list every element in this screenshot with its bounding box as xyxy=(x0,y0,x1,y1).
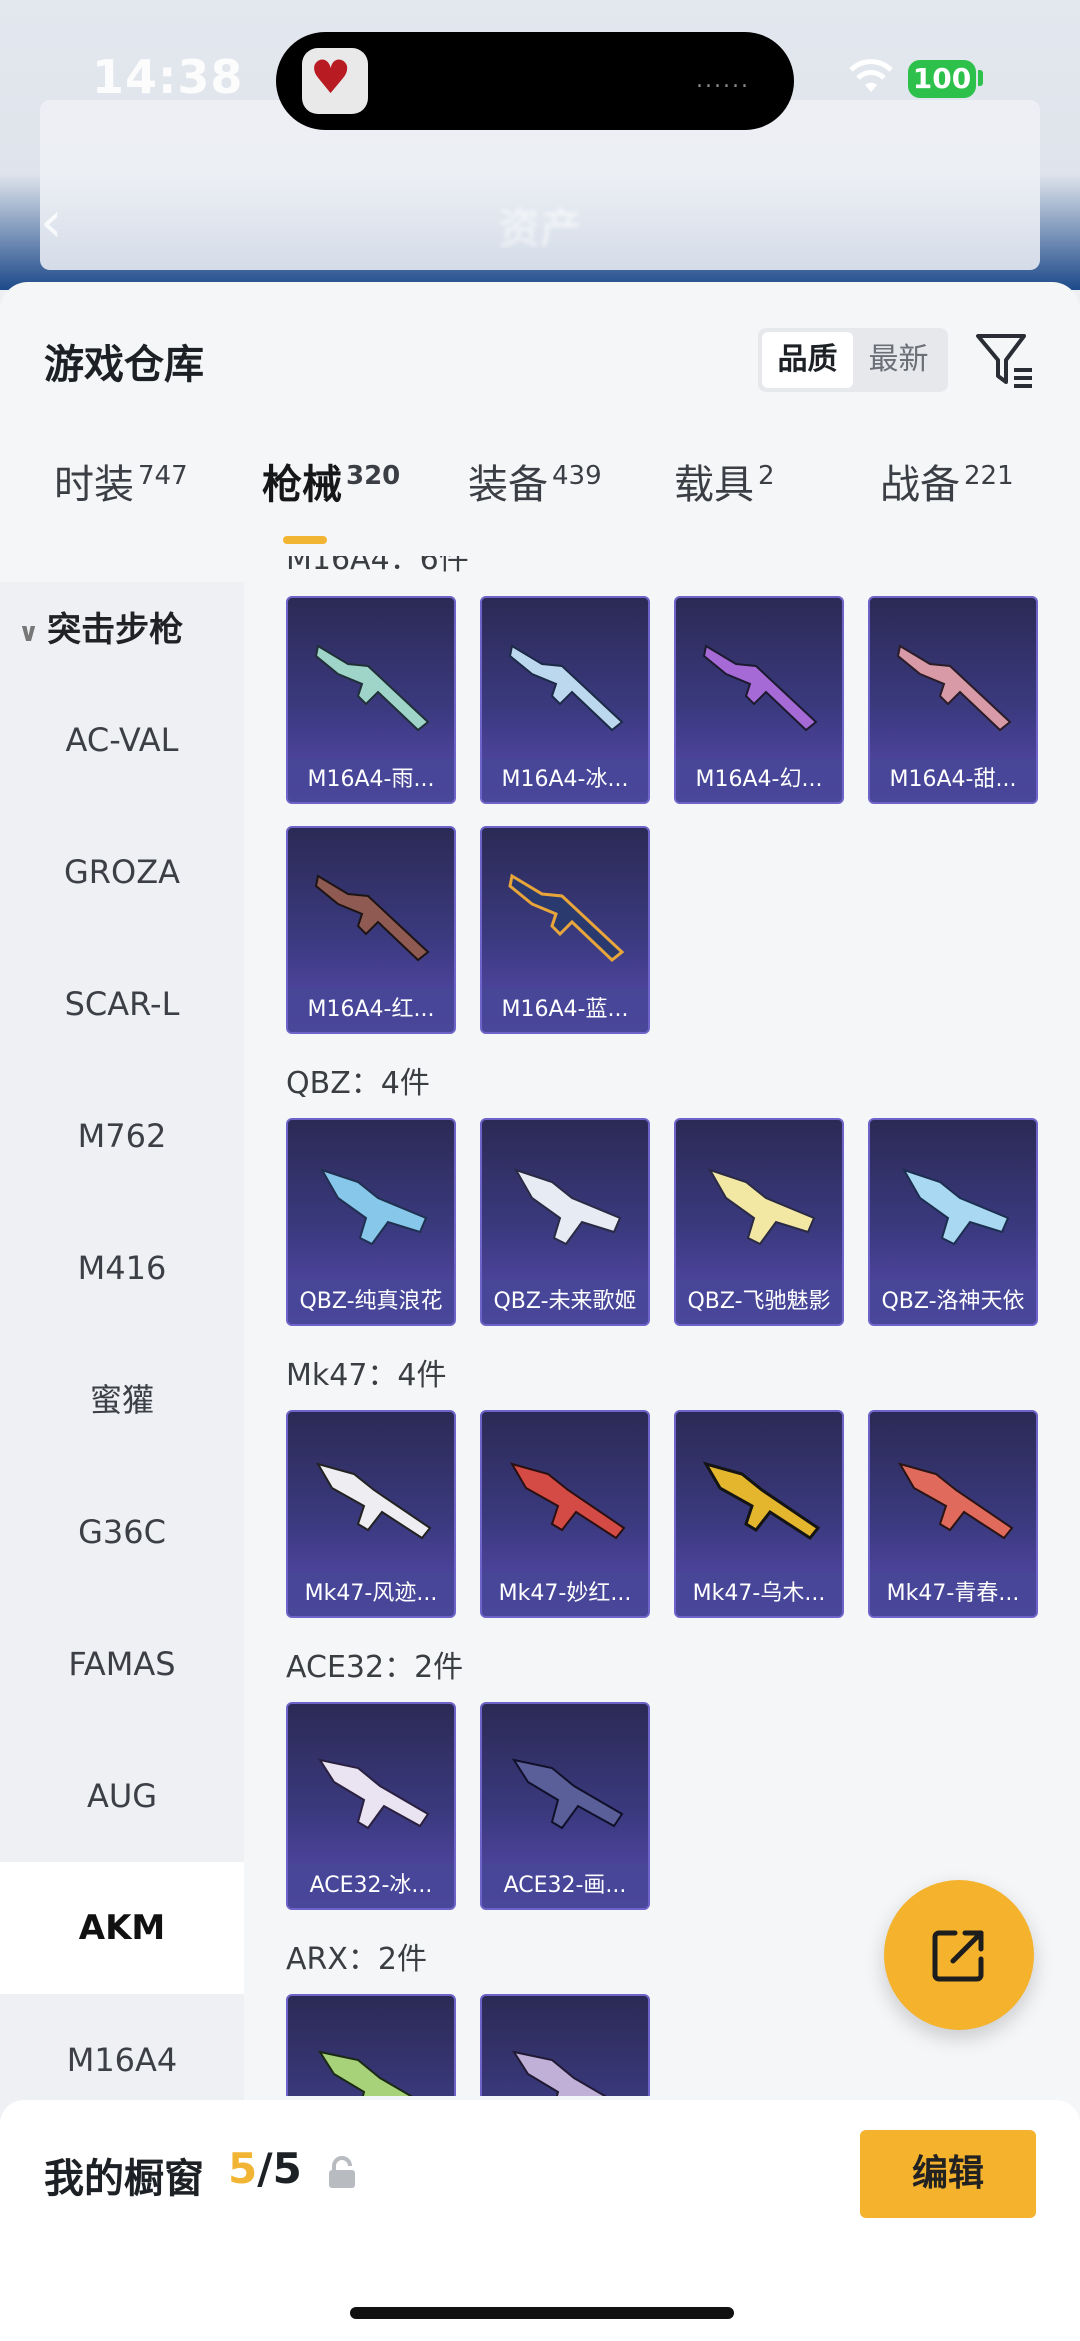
sidebar-item-m762[interactable]: M762 xyxy=(0,1070,244,1202)
sidebar-item-g36c[interactable]: G36C xyxy=(0,1466,244,1598)
gun-icon xyxy=(511,1758,624,1830)
chevron-down-icon: ∨ xyxy=(18,618,40,648)
item-card-label: QBZ-洛神天依 xyxy=(870,1280,1036,1324)
battery-cap xyxy=(978,70,983,86)
gun-icon xyxy=(315,1462,432,1540)
item-card-label: M16A4-冰... xyxy=(482,758,648,802)
tab-vehicles[interactable]: 载具 2 xyxy=(674,452,775,510)
item-card-label: Mk47-风迹... xyxy=(288,1572,454,1616)
sidebar-item-scar-l[interactable]: SCAR-L xyxy=(0,938,244,1070)
gun-icon xyxy=(317,2050,413,2096)
section-label-m16a4: M16A4：6件 xyxy=(286,556,469,577)
sidebar-group-assault-rifles[interactable]: ∨ 突击步枪 xyxy=(18,602,183,651)
item-card-label: ACE32-画... xyxy=(482,1864,648,1908)
section-label-ace32: ACE32：2件 xyxy=(286,1650,464,1685)
wifi-icon xyxy=(849,59,893,92)
heart-app-icon: ♥ xyxy=(302,48,368,114)
gun-icon xyxy=(509,1462,626,1540)
sidebar-item-ac-val[interactable]: AC-VAL xyxy=(0,674,244,806)
sidebar-item-famas[interactable]: FAMAS xyxy=(0,1598,244,1730)
item-card-label: Mk47-乌木... xyxy=(676,1572,842,1616)
category-tabs: 时装 747 枪械 320 装备 439 载具 2 战备 221 xyxy=(0,452,1080,532)
item-card-label: QBZ-未来歌姬 xyxy=(482,1280,648,1324)
gun-icon xyxy=(896,644,1012,732)
item-card[interactable]: QBZ-洛神天依 xyxy=(868,1118,1038,1326)
gun-icon xyxy=(314,874,430,962)
tab-active-indicator xyxy=(283,536,327,544)
item-card[interactable]: ACE32-冰... xyxy=(286,1702,456,1910)
gun-icon xyxy=(901,1168,1010,1246)
status-time: 14:38 xyxy=(92,50,244,104)
item-card-label: M16A4-甜... xyxy=(870,758,1036,802)
item-card[interactable]: Mk47-妙红... xyxy=(480,1410,650,1618)
tab-supplies[interactable]: 战备 221 xyxy=(880,452,1014,510)
gun-icon xyxy=(513,1168,622,1246)
gun-icon xyxy=(702,1461,821,1540)
item-card[interactable]: Mk47-风迹... xyxy=(286,1410,456,1618)
tab-equipment[interactable]: 装备 439 xyxy=(468,452,602,510)
sort-toggle: 品质 最新 xyxy=(758,328,948,392)
island-dots: ...... xyxy=(696,68,750,93)
gun-icon xyxy=(317,1758,430,1830)
weapon-grid: M16A4：6件 M16A4-雨... M16A4-冰... M16A4-幻..… xyxy=(244,556,1080,2096)
item-card[interactable] xyxy=(286,1994,456,2096)
item-card[interactable]: QBZ-飞驰魅影 xyxy=(674,1118,844,1326)
item-card-label: M16A4-幻... xyxy=(676,758,842,802)
item-card[interactable]: M16A4-红... xyxy=(286,826,456,1034)
showcase-bar: 我的橱窗 5/5 编辑 xyxy=(0,2100,1080,2341)
item-card[interactable]: ACE32-画... xyxy=(480,1702,650,1910)
section-label-qbz: QBZ：4件 xyxy=(286,1066,430,1101)
gun-icon xyxy=(508,644,624,732)
weapon-sidebar: ∨ 突击步枪 AC-VAL GROZA SCAR-L M762 M416 蜜獾 G… xyxy=(0,582,244,2341)
item-card[interactable]: Mk47-乌木... xyxy=(674,1410,844,1618)
sidebar-item-honey-badger[interactable]: 蜜獾 xyxy=(0,1334,244,1466)
item-card-label: M16A4-蓝... xyxy=(482,988,648,1032)
item-card-label: ACE32-冰... xyxy=(288,1864,454,1908)
item-card[interactable]: M16A4-蓝... xyxy=(480,826,650,1034)
showcase-title: 我的橱窗 xyxy=(44,2156,204,2202)
gun-icon xyxy=(702,644,818,732)
share-button[interactable] xyxy=(884,1880,1034,2030)
showcase-count: 5/5 xyxy=(228,2144,302,2193)
section-label-mk47: Mk47：4件 xyxy=(286,1358,447,1393)
item-card[interactable]: QBZ-未来歌姬 xyxy=(480,1118,650,1326)
item-card[interactable]: M16A4-冰... xyxy=(480,596,650,804)
sheet-title: 游戏仓库 xyxy=(44,342,204,388)
item-card[interactable]: QBZ-纯真浪花 xyxy=(286,1118,456,1326)
item-card-label: Mk47-妙红... xyxy=(482,1572,648,1616)
tab-guns[interactable]: 枪械 320 xyxy=(262,452,400,510)
section-label-arx: ARX：2件 xyxy=(286,1942,428,1977)
sort-newest[interactable]: 最新 xyxy=(853,332,944,388)
gun-icon xyxy=(511,2050,607,2096)
sidebar-item-groza[interactable]: GROZA xyxy=(0,806,244,938)
item-card-label: M16A4-雨... xyxy=(288,758,454,802)
home-indicator xyxy=(350,2307,734,2319)
battery-indicator: 100 xyxy=(908,60,976,98)
gun-icon xyxy=(508,873,625,962)
gun-icon xyxy=(707,1168,816,1246)
item-card[interactable]: M16A4-幻... xyxy=(674,596,844,804)
background-title: 资产 xyxy=(497,204,582,253)
item-card[interactable] xyxy=(480,1994,650,2096)
share-icon xyxy=(932,1930,984,1982)
item-card-label: M16A4-红... xyxy=(288,988,454,1032)
item-card[interactable]: Mk47-青春... xyxy=(868,1410,1038,1618)
sidebar-item-aug[interactable]: AUG xyxy=(0,1730,244,1862)
sidebar-item-akm[interactable]: AKM xyxy=(0,1862,244,1994)
sidebar-item-m416[interactable]: M416 xyxy=(0,1202,244,1334)
tab-fashion[interactable]: 时装 747 xyxy=(54,452,188,510)
sort-quality[interactable]: 品质 xyxy=(762,332,853,388)
gun-icon xyxy=(897,1462,1014,1540)
dynamic-island: ♥ ...... xyxy=(276,32,794,130)
gun-icon xyxy=(314,644,430,732)
item-card-label: Mk47-青春... xyxy=(870,1572,1036,1616)
edit-button[interactable]: 编辑 xyxy=(860,2130,1036,2218)
item-card-label: QBZ-纯真浪花 xyxy=(288,1280,454,1324)
item-card-label: QBZ-飞驰魅影 xyxy=(676,1280,842,1324)
item-card[interactable]: M16A4-雨... xyxy=(286,596,456,804)
filter-icon[interactable] xyxy=(974,330,1034,390)
lock-icon[interactable] xyxy=(326,2156,358,2190)
item-card[interactable]: M16A4-甜... xyxy=(868,596,1038,804)
gun-icon xyxy=(319,1168,428,1246)
